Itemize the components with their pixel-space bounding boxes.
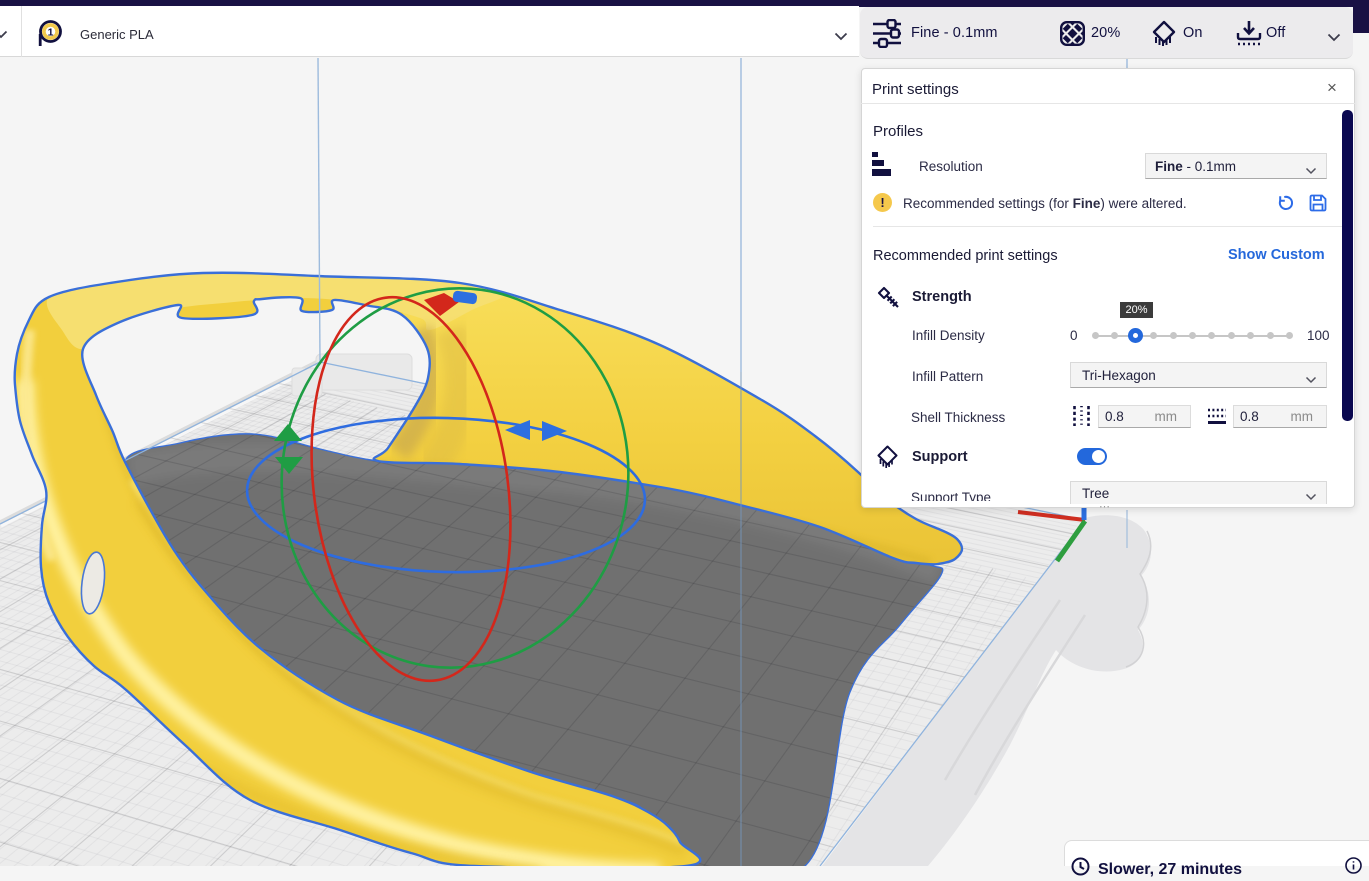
svg-text:1: 1 [48,26,54,38]
